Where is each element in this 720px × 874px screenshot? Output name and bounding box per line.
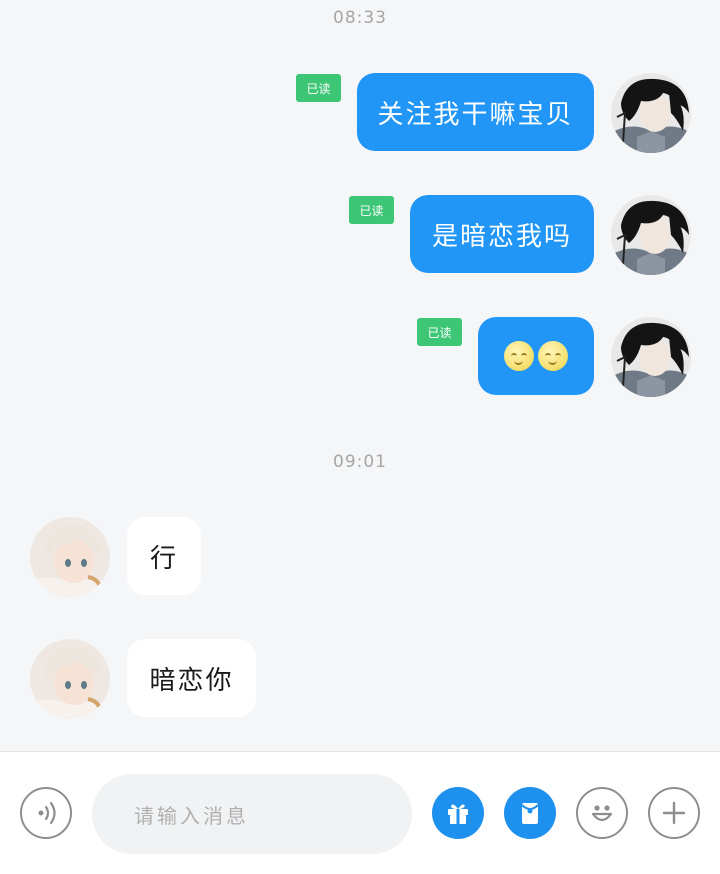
avatar-contact[interactable] [30,517,110,597]
avatar-self-image [611,73,691,153]
avatar-contact[interactable] [30,639,110,719]
message-bubble-incoming[interactable]: 行 [127,517,201,595]
voice-button[interactable] [20,787,72,839]
avatar-self-image [611,195,691,275]
emoji-button[interactable] [576,787,628,839]
read-badge: 已读 [417,318,462,346]
moon-face-emoji-icon [504,341,534,371]
avatar-self-image [611,317,691,397]
red-envelope-icon [521,803,539,824]
emoji-icon [591,805,613,822]
voice-icon [38,801,56,825]
more-button[interactable] [648,787,700,839]
chat-message-list[interactable]: 08:33 已读 关注我干嘛宝贝 已读 是暗恋我吗 已读 09:01 行 暗恋你 [0,0,720,751]
message-text: 行 [149,543,178,574]
message-input-placeholder: 请输入消息 [134,803,249,828]
plus-icon [662,801,686,825]
message-bubble-outgoing[interactable]: 关注我干嘛宝贝 [357,73,594,151]
message-text: 暗恋你 [149,665,234,696]
message-composer: 请输入消息 [0,751,720,874]
red-envelope-button[interactable] [504,787,556,839]
gift-button[interactable] [432,787,484,839]
timestamp: 08:33 [333,8,387,28]
message-text: 关注我干嘛宝贝 [377,99,574,130]
gift-icon [448,804,468,824]
moon-face-emoji-icon [538,341,568,371]
message-text: 是暗恋我吗 [431,221,572,252]
avatar-contact-image [30,639,110,719]
avatar-self[interactable] [611,317,691,397]
message-bubble-incoming[interactable]: 暗恋你 [127,639,256,717]
message-bubble-outgoing[interactable]: 是暗恋我吗 [410,195,594,273]
message-input[interactable]: 请输入消息 [92,774,412,854]
avatar-contact-image [30,517,110,597]
timestamp: 09:01 [333,452,387,472]
read-badge: 已读 [296,74,341,102]
avatar-self[interactable] [611,195,691,275]
avatar-self[interactable] [611,73,691,153]
message-bubble-outgoing[interactable] [478,317,594,395]
read-badge: 已读 [349,196,394,224]
